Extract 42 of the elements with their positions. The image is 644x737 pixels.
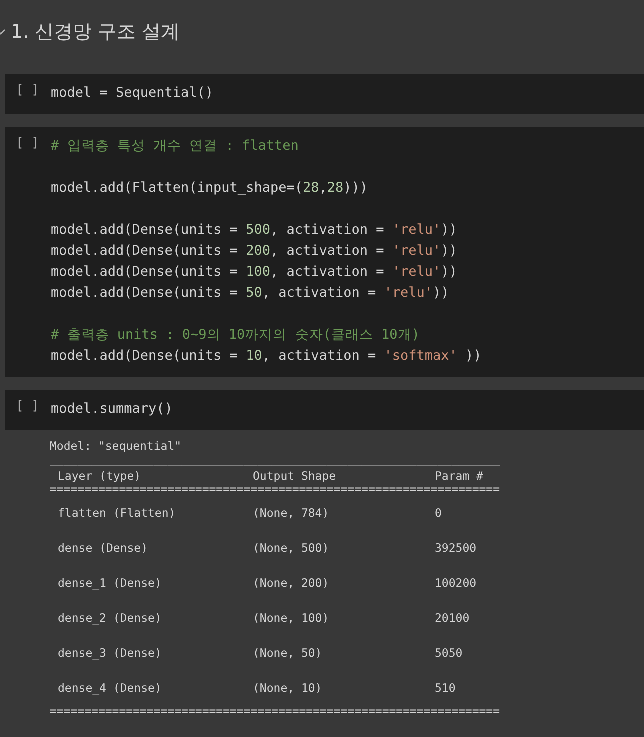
- table-cell-text: dense_1 (Dense): [58, 576, 163, 590]
- table-cell-text: (None, 784): [253, 506, 330, 520]
- run-cell-indicator[interactable]: [ ]: [5, 136, 51, 367]
- code-cell[interactable]: [5, 127, 644, 377]
- code-line: model.summary(): [51, 400, 173, 419]
- table-cell-text: dense (Dense): [58, 540, 150, 554]
- column-header: Param #: [435, 469, 484, 483]
- table-cell: 392500: [435, 540, 477, 554]
- section-heading: 1. 신경망 구조 설계: [11, 20, 180, 45]
- code-line: model.add(Dense(units = 500, activation = 'relu')): [51, 221, 458, 240]
- code-line: model.add(Flatten(input_shape=(28,28))): [51, 179, 370, 198]
- code-line: model = Sequential(): [51, 84, 214, 103]
- table-cell-text: (None, 10): [253, 680, 324, 694]
- table-cell-text: dense_3 (Dense): [58, 646, 163, 660]
- output-rule: =================================================================: [50, 483, 500, 495]
- code-line: model.add(Dense(units = 10, activation = 'softmax' )): [51, 347, 482, 366]
- code-cell[interactable]: [ ] model.summary(): [5, 390, 644, 430]
- output-rule: _________________________________________________________________: [50, 452, 500, 466]
- code-line: model.add(Dense(units = 200, activation = 'relu')): [51, 242, 458, 261]
- run-cell-indicator[interactable]: [ ]: [5, 83, 51, 104]
- code-line: model.add(Dense(units = 50, activation = 'relu')): [51, 284, 450, 303]
- table-cell: 0: [435, 506, 442, 520]
- table-cell-text: (None, 100): [253, 610, 330, 624]
- code-line: # 출력층 units : 0~9의 10까지의 숫자(클래스 10개): [51, 326, 421, 345]
- code-line: # 입력층 특성 개수 연결 : flatten: [51, 137, 300, 156]
- table-cell: 100200: [435, 576, 477, 590]
- table-cell: 5050: [435, 646, 463, 660]
- code-line: model.add(Dense(units = 100, activation = 'relu')): [51, 263, 458, 282]
- table-cell-text: (None, 50): [253, 646, 324, 660]
- code-cell[interactable]: [ ] model = Sequential(): [5, 74, 644, 114]
- run-cell-indicator[interactable]: [ ]: [5, 399, 51, 420]
- column-header: Output Shape: [253, 469, 338, 483]
- table-cell-text: dense_2 (Dense): [58, 610, 163, 624]
- table-cell-text: flatten (Flatten): [58, 506, 177, 520]
- table-cell: 20100: [435, 610, 470, 624]
- output-rule: =================================================================: [50, 705, 500, 717]
- output-text: Model: "sequential": [50, 438, 183, 455]
- table-cell-text: (None, 200): [253, 576, 330, 590]
- table-cell-text: dense_4 (Dense): [58, 680, 163, 694]
- table-cell-text: (None, 500): [253, 540, 330, 554]
- table-cell: 510: [435, 680, 456, 694]
- column-header: Layer (type): [58, 469, 142, 483]
